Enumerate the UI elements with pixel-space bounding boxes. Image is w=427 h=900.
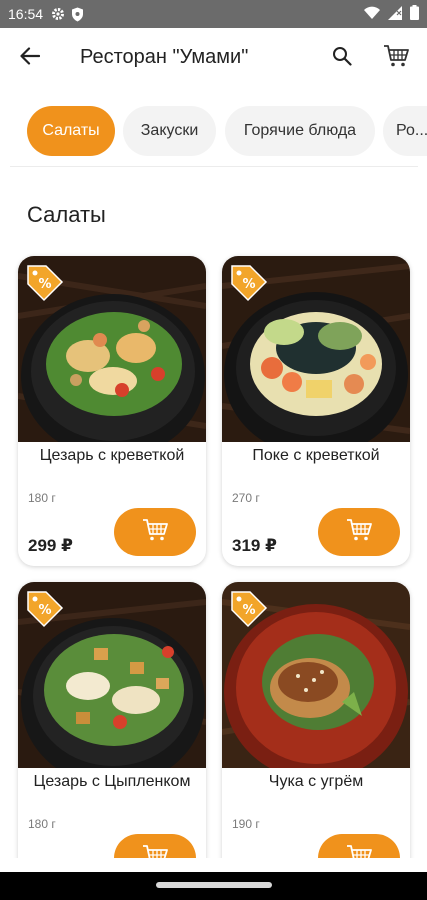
shield-icon — [71, 7, 84, 22]
discount-tag-icon: % — [24, 588, 64, 628]
product-price: 319 ₽ — [232, 536, 277, 555]
tab-hot-dishes[interactable]: Горячие блюда — [225, 106, 375, 156]
tab-rolls[interactable]: Ро... — [383, 106, 427, 156]
section-title: Салаты — [27, 202, 106, 227]
cart-icon — [383, 44, 409, 73]
battery-icon — [410, 5, 419, 23]
scroll-edge — [0, 858, 427, 872]
search-button[interactable] — [326, 42, 358, 74]
discount-tag-icon: % — [228, 588, 268, 628]
page-title: Ресторан "Умами" — [80, 46, 249, 68]
discount-tag-icon: % — [228, 262, 268, 302]
add-to-cart-button[interactable] — [318, 508, 400, 556]
svg-text:%: % — [38, 277, 51, 292]
product-card[interactable]: % Цезарь с креветкой 180 г 299 ₽ — [18, 256, 206, 566]
tab-snacks[interactable]: Закуски — [123, 106, 216, 156]
back-button[interactable] — [14, 42, 46, 74]
svg-text:%: % — [242, 277, 255, 292]
add-to-cart-button[interactable] — [114, 508, 196, 556]
discount-tag-icon: % — [24, 262, 64, 302]
home-gesture-handle[interactable] — [156, 882, 272, 888]
status-time: 16:54 — [8, 6, 44, 22]
cart-button[interactable] — [380, 42, 412, 74]
app-bar: Ресторан "Умами" — [0, 28, 427, 88]
back-arrow-icon — [20, 46, 41, 70]
category-tabs: Салаты Закуски Горячие блюда Ро... — [0, 106, 427, 156]
tab-salads[interactable]: Салаты — [27, 106, 115, 156]
product-weight: 180 г — [28, 817, 56, 831]
product-card[interactable]: % Чука с угрём 190 г — [222, 582, 410, 892]
product-weight: 270 г — [232, 491, 260, 505]
product-name: Цезарь с креветкой — [39, 447, 185, 464]
product-price: 299 ₽ — [28, 536, 73, 555]
cart-icon — [346, 518, 372, 547]
tabs-divider — [10, 166, 418, 167]
wifi-icon — [364, 6, 380, 23]
search-icon — [332, 46, 352, 71]
product-card[interactable]: % Цезарь с Цыпленком 180 г — [18, 582, 206, 892]
product-card[interactable]: % Поке с креветкой 270 г 319 ₽ — [222, 256, 410, 566]
product-name: Цезарь с Цыпленком — [33, 773, 191, 790]
product-name: Поке с креветкой — [252, 447, 380, 464]
svg-text:%: % — [242, 603, 255, 618]
product-weight: 180 г — [28, 491, 56, 505]
cart-icon — [142, 518, 168, 547]
product-weight: 190 г — [232, 817, 260, 831]
signal-icon — [388, 5, 402, 23]
system-navigation-bar — [0, 872, 427, 900]
gear-icon — [51, 7, 65, 21]
svg-text:%: % — [38, 603, 51, 618]
status-bar: 16:54 — [0, 0, 427, 28]
product-name: Чука с угрём — [268, 773, 364, 790]
